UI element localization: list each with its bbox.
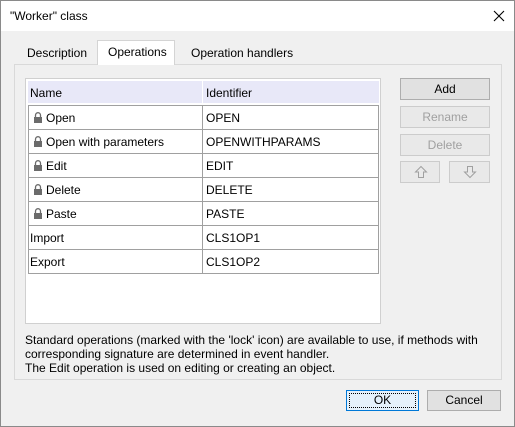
operation-name: Edit	[46, 159, 67, 173]
info-line-1: Standard operations (marked with the 'lo…	[25, 333, 478, 347]
info-line-2: corresponding signature are determined i…	[25, 347, 330, 361]
operation-identifier: EDIT	[206, 159, 234, 173]
table-row[interactable]: Paste PASTE	[28, 201, 379, 225]
table-row[interactable]: Edit EDIT	[28, 153, 379, 177]
lock-icon	[34, 184, 42, 195]
operation-name: Open with parameters	[46, 135, 165, 149]
table-row[interactable]: Open with parameters OPENWITHPARAMS	[28, 129, 379, 153]
delete-button[interactable]: Delete	[400, 134, 490, 156]
operation-name: Import	[30, 231, 65, 245]
table-row[interactable]: Open OPEN	[28, 105, 379, 129]
operation-identifier: CLS1OP2	[206, 255, 261, 269]
add-button[interactable]: Add	[400, 78, 490, 100]
close-button[interactable]	[484, 1, 514, 31]
title-bar: "Worker" class	[1, 1, 514, 31]
operation-name: Delete	[46, 183, 81, 197]
info-text-edit-operation: The Edit operation is used on editing or…	[25, 361, 336, 375]
arrow-down-icon	[463, 166, 477, 179]
table-row[interactable]: Export CLS1OP2	[28, 249, 379, 274]
operation-identifier: DELETE	[206, 183, 253, 197]
operations-grid[interactable]: Name Identifier Open OPEN Open with parame…	[25, 78, 381, 324]
lock-icon	[34, 160, 42, 171]
table-row[interactable]: Import CLS1OP1	[28, 225, 379, 249]
move-down-button[interactable]	[449, 161, 490, 183]
operation-name: Export	[30, 255, 65, 269]
operation-identifier: PASTE	[206, 207, 245, 221]
lock-icon	[34, 208, 42, 219]
move-up-button[interactable]	[400, 161, 440, 183]
close-icon	[493, 10, 505, 22]
grid-header: Name Identifier	[28, 81, 379, 103]
tab-operations[interactable]: Operations	[97, 40, 175, 65]
table-row[interactable]: Delete DELETE	[28, 177, 379, 201]
column-header-name[interactable]: Name	[30, 86, 62, 100]
operation-identifier: OPENWITHPARAMS	[206, 135, 321, 149]
operation-identifier: OPEN	[206, 111, 241, 125]
column-header-identifier[interactable]: Identifier	[206, 86, 252, 100]
rename-button[interactable]: Rename	[400, 106, 490, 128]
lock-icon	[34, 112, 42, 123]
cancel-button[interactable]: Cancel	[427, 390, 501, 411]
operation-name: Open	[46, 111, 76, 125]
ok-button[interactable]: OK	[346, 390, 419, 411]
tab-operation-handlers[interactable]: Operation handlers	[180, 42, 304, 63]
info-text-standard-operations: Standard operations (marked with the 'lo…	[25, 333, 478, 361]
arrow-up-icon	[414, 165, 428, 178]
operation-name: Paste	[46, 207, 77, 221]
tab-description[interactable]: Description	[16, 42, 98, 63]
window-title: "Worker" class	[10, 9, 88, 23]
operation-identifier: CLS1OP1	[206, 231, 261, 245]
lock-icon	[34, 136, 42, 147]
